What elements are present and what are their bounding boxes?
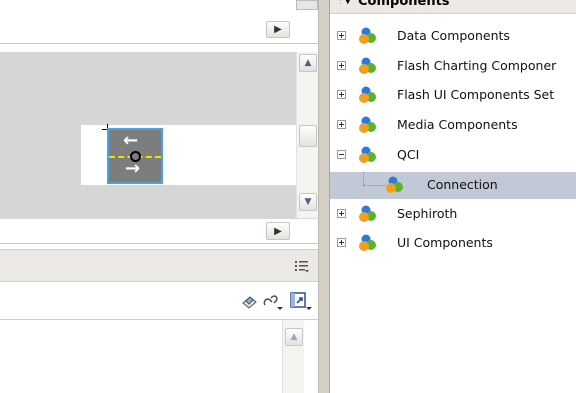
scroll-thumb[interactable]: [299, 125, 317, 147]
lower-panel-content: ▲: [0, 320, 318, 393]
tree-item-label: Data Components: [397, 28, 510, 43]
tree-item-label: Flash UI Components Set: [397, 87, 555, 102]
expand-toggle[interactable]: [337, 120, 346, 129]
arrow-left-icon: ←: [123, 130, 139, 151]
tree-connector-line: [363, 185, 385, 186]
component-icon: [385, 175, 405, 195]
connection-component-instance[interactable]: ← →: [107, 128, 163, 184]
components-folder-icon: [358, 233, 378, 253]
tree-item-label: Sephiroth: [397, 206, 458, 221]
chevron-up-icon: ▲: [290, 332, 298, 342]
components-folder-icon: [358, 204, 378, 224]
tree-item-label: Connection: [427, 177, 498, 192]
tree-item-flash-charting-components[interactable]: Flash Charting Componer: [330, 53, 576, 80]
top-scroll-thumb[interactable]: [296, 0, 318, 10]
components-folder-icon: [358, 26, 378, 46]
tree-item-connection[interactable]: Connection: [330, 172, 576, 199]
stage-horizontal-scrollbar[interactable]: ▶: [0, 218, 318, 244]
expand-toggle[interactable]: [337, 61, 346, 70]
tree-item-label: Media Components: [397, 117, 518, 132]
expand-toggle[interactable]: [337, 90, 346, 99]
collapse-toggle[interactable]: [337, 150, 346, 159]
components-folder-icon: [358, 115, 378, 135]
lower-panel-header: [0, 249, 318, 282]
arrow-right-icon: ▶: [274, 24, 282, 35]
tree-item-sephiroth[interactable]: Sephiroth: [330, 201, 576, 228]
tree-item-label: QCI: [397, 147, 420, 162]
lower-panel-toolbar: [0, 282, 318, 320]
collapse-triangle-icon[interactable]: ▼: [344, 0, 352, 6]
chevron-down-icon: ▼: [304, 197, 312, 207]
top-scroll-right-button[interactable]: ▶: [266, 21, 290, 38]
tree-item-qci[interactable]: QCI: [330, 142, 576, 169]
expand-toggle[interactable]: [337, 31, 346, 40]
arrow-right-icon: →: [125, 158, 141, 179]
tree-item-media-components[interactable]: Media Components: [330, 112, 576, 139]
stage-pasteboard[interactable]: ← →: [0, 52, 296, 218]
lower-vertical-scrollbar[interactable]: ▲: [282, 320, 304, 393]
tree-connector-line: [363, 172, 364, 185]
chevron-up-icon: ▲: [304, 58, 312, 68]
tree-item-data-components[interactable]: Data Components: [330, 23, 576, 50]
eraser-icon[interactable]: [241, 294, 259, 310]
tree-item-ui-components[interactable]: UI Components: [330, 230, 576, 257]
components-panel: ⋮ ▼ Components Data Components Flash Cha…: [330, 0, 576, 393]
expand-toggle[interactable]: [337, 209, 346, 218]
scroll-up-button[interactable]: ▲: [285, 328, 303, 346]
components-folder-icon: [358, 145, 378, 165]
panel-splitter[interactable]: [318, 0, 330, 393]
scroll-right-button[interactable]: ▶: [266, 222, 290, 240]
link-icon[interactable]: [262, 292, 284, 312]
stage-vertical-scrollbar[interactable]: ▲ ▼: [296, 52, 318, 218]
arrow-right-icon: ▶: [274, 225, 282, 237]
components-panel-header[interactable]: ⋮ ▼ Components: [330, 0, 576, 14]
components-panel-title: Components: [358, 0, 450, 9]
top-scroll-strip: ▶: [0, 0, 318, 44]
document-area: ▶ ← → ▲ ▼ ▶ ▲: [0, 0, 318, 393]
expand-toggle[interactable]: [337, 238, 346, 247]
tree-item-flash-ui-components-set[interactable]: Flash UI Components Set: [330, 82, 576, 109]
tree-item-label: UI Components: [397, 235, 493, 250]
scroll-down-button[interactable]: ▼: [299, 193, 317, 211]
components-folder-icon: [358, 85, 378, 105]
tree-item-label: Flash Charting Componer: [397, 58, 557, 73]
component-tree: Data Components Flash Charting Componer …: [330, 23, 576, 303]
panel-menu-icon[interactable]: [294, 259, 310, 273]
scroll-up-button[interactable]: ▲: [299, 54, 317, 72]
edit-symbol-icon[interactable]: [289, 290, 313, 312]
components-folder-icon: [358, 56, 378, 76]
